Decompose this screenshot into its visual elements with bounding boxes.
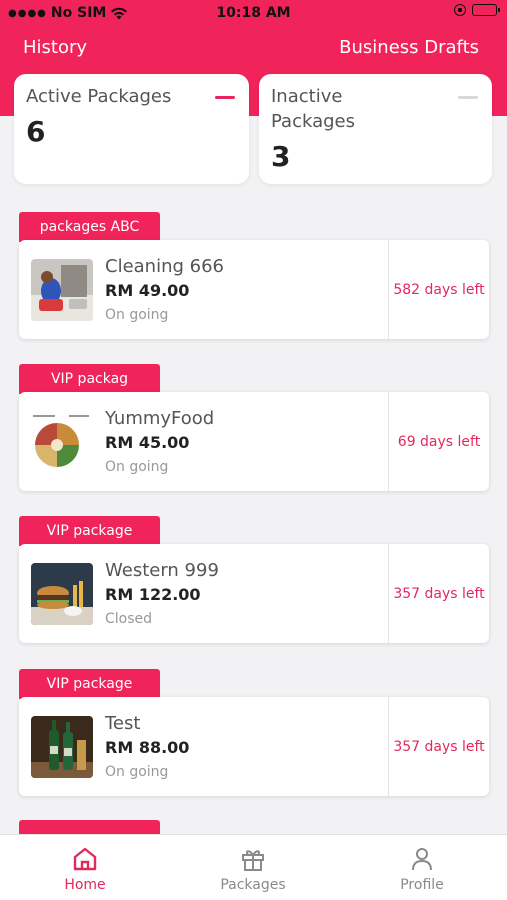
group-tag: VIP packag (19, 364, 160, 394)
active-indicator (215, 96, 235, 99)
orientation-lock-icon (454, 4, 466, 16)
bottles-photo (31, 716, 93, 778)
group-tag: VIP package (19, 669, 160, 699)
package-card[interactable]: YummyFood RM 45.00 On going 69 days left (19, 392, 489, 491)
days-left: 582 days left (393, 281, 485, 298)
active-packages-count: 6 (26, 115, 46, 148)
tab-bar: Home Packages Profile (0, 834, 507, 900)
group-tag: VIP package (19, 516, 160, 546)
package-price: RM 88.00 (105, 738, 190, 757)
tab-packages[interactable]: Packages (193, 845, 313, 893)
history-link[interactable]: History (23, 37, 87, 58)
status-time: 10:18 AM (216, 5, 291, 21)
package-price: RM 49.00 (105, 281, 190, 300)
home-icon (73, 847, 97, 871)
battery-icon (472, 4, 500, 16)
package-name: Western 999 (105, 560, 219, 581)
user-icon (412, 848, 432, 871)
package-status: On going (105, 459, 169, 475)
package-name: YummyFood (105, 408, 215, 429)
package-price: RM 122.00 (105, 585, 201, 604)
status-bar: ●●●● No SIM 10:18 AM (0, 0, 507, 28)
package-card[interactable]: Cleaning 666 RM 49.00 On going 582 days … (19, 240, 489, 339)
package-status: On going (105, 307, 169, 323)
package-status: Closed (105, 611, 153, 627)
days-left: 357 days left (393, 738, 485, 755)
status-right (454, 4, 500, 16)
inactive-packages-label: Inactive Packages (271, 86, 355, 132)
group-tag: packages ABC (19, 212, 160, 242)
tab-profile-label: Profile (400, 877, 444, 893)
inactive-packages-count: 3 (271, 140, 291, 173)
gift-icon (242, 850, 264, 871)
burger-photo (31, 563, 93, 625)
tab-home[interactable]: Home (25, 845, 145, 893)
package-status: On going (105, 764, 169, 780)
tab-profile[interactable]: Profile (362, 845, 482, 893)
food-plate-photo (31, 411, 93, 473)
active-packages-card[interactable]: Active Packages 6 (14, 74, 249, 184)
tab-packages-label: Packages (220, 877, 286, 893)
days-left: 357 days left (393, 585, 485, 602)
cleaning-photo (31, 259, 93, 321)
inactive-indicator (458, 96, 478, 99)
tab-home-label: Home (64, 877, 106, 893)
package-price: RM 45.00 (105, 433, 190, 452)
package-name: Cleaning 666 (105, 256, 224, 277)
package-card[interactable]: Western 999 RM 122.00 Closed 357 days le… (19, 544, 489, 643)
business-drafts-link[interactable]: Business Drafts (339, 37, 479, 58)
days-left: 69 days left (397, 433, 481, 450)
inactive-packages-card[interactable]: Inactive Packages 3 (259, 74, 492, 184)
package-card[interactable]: Test RM 88.00 On going 357 days left (19, 697, 489, 796)
active-packages-label: Active Packages (26, 86, 172, 107)
package-name: Test (105, 713, 141, 734)
